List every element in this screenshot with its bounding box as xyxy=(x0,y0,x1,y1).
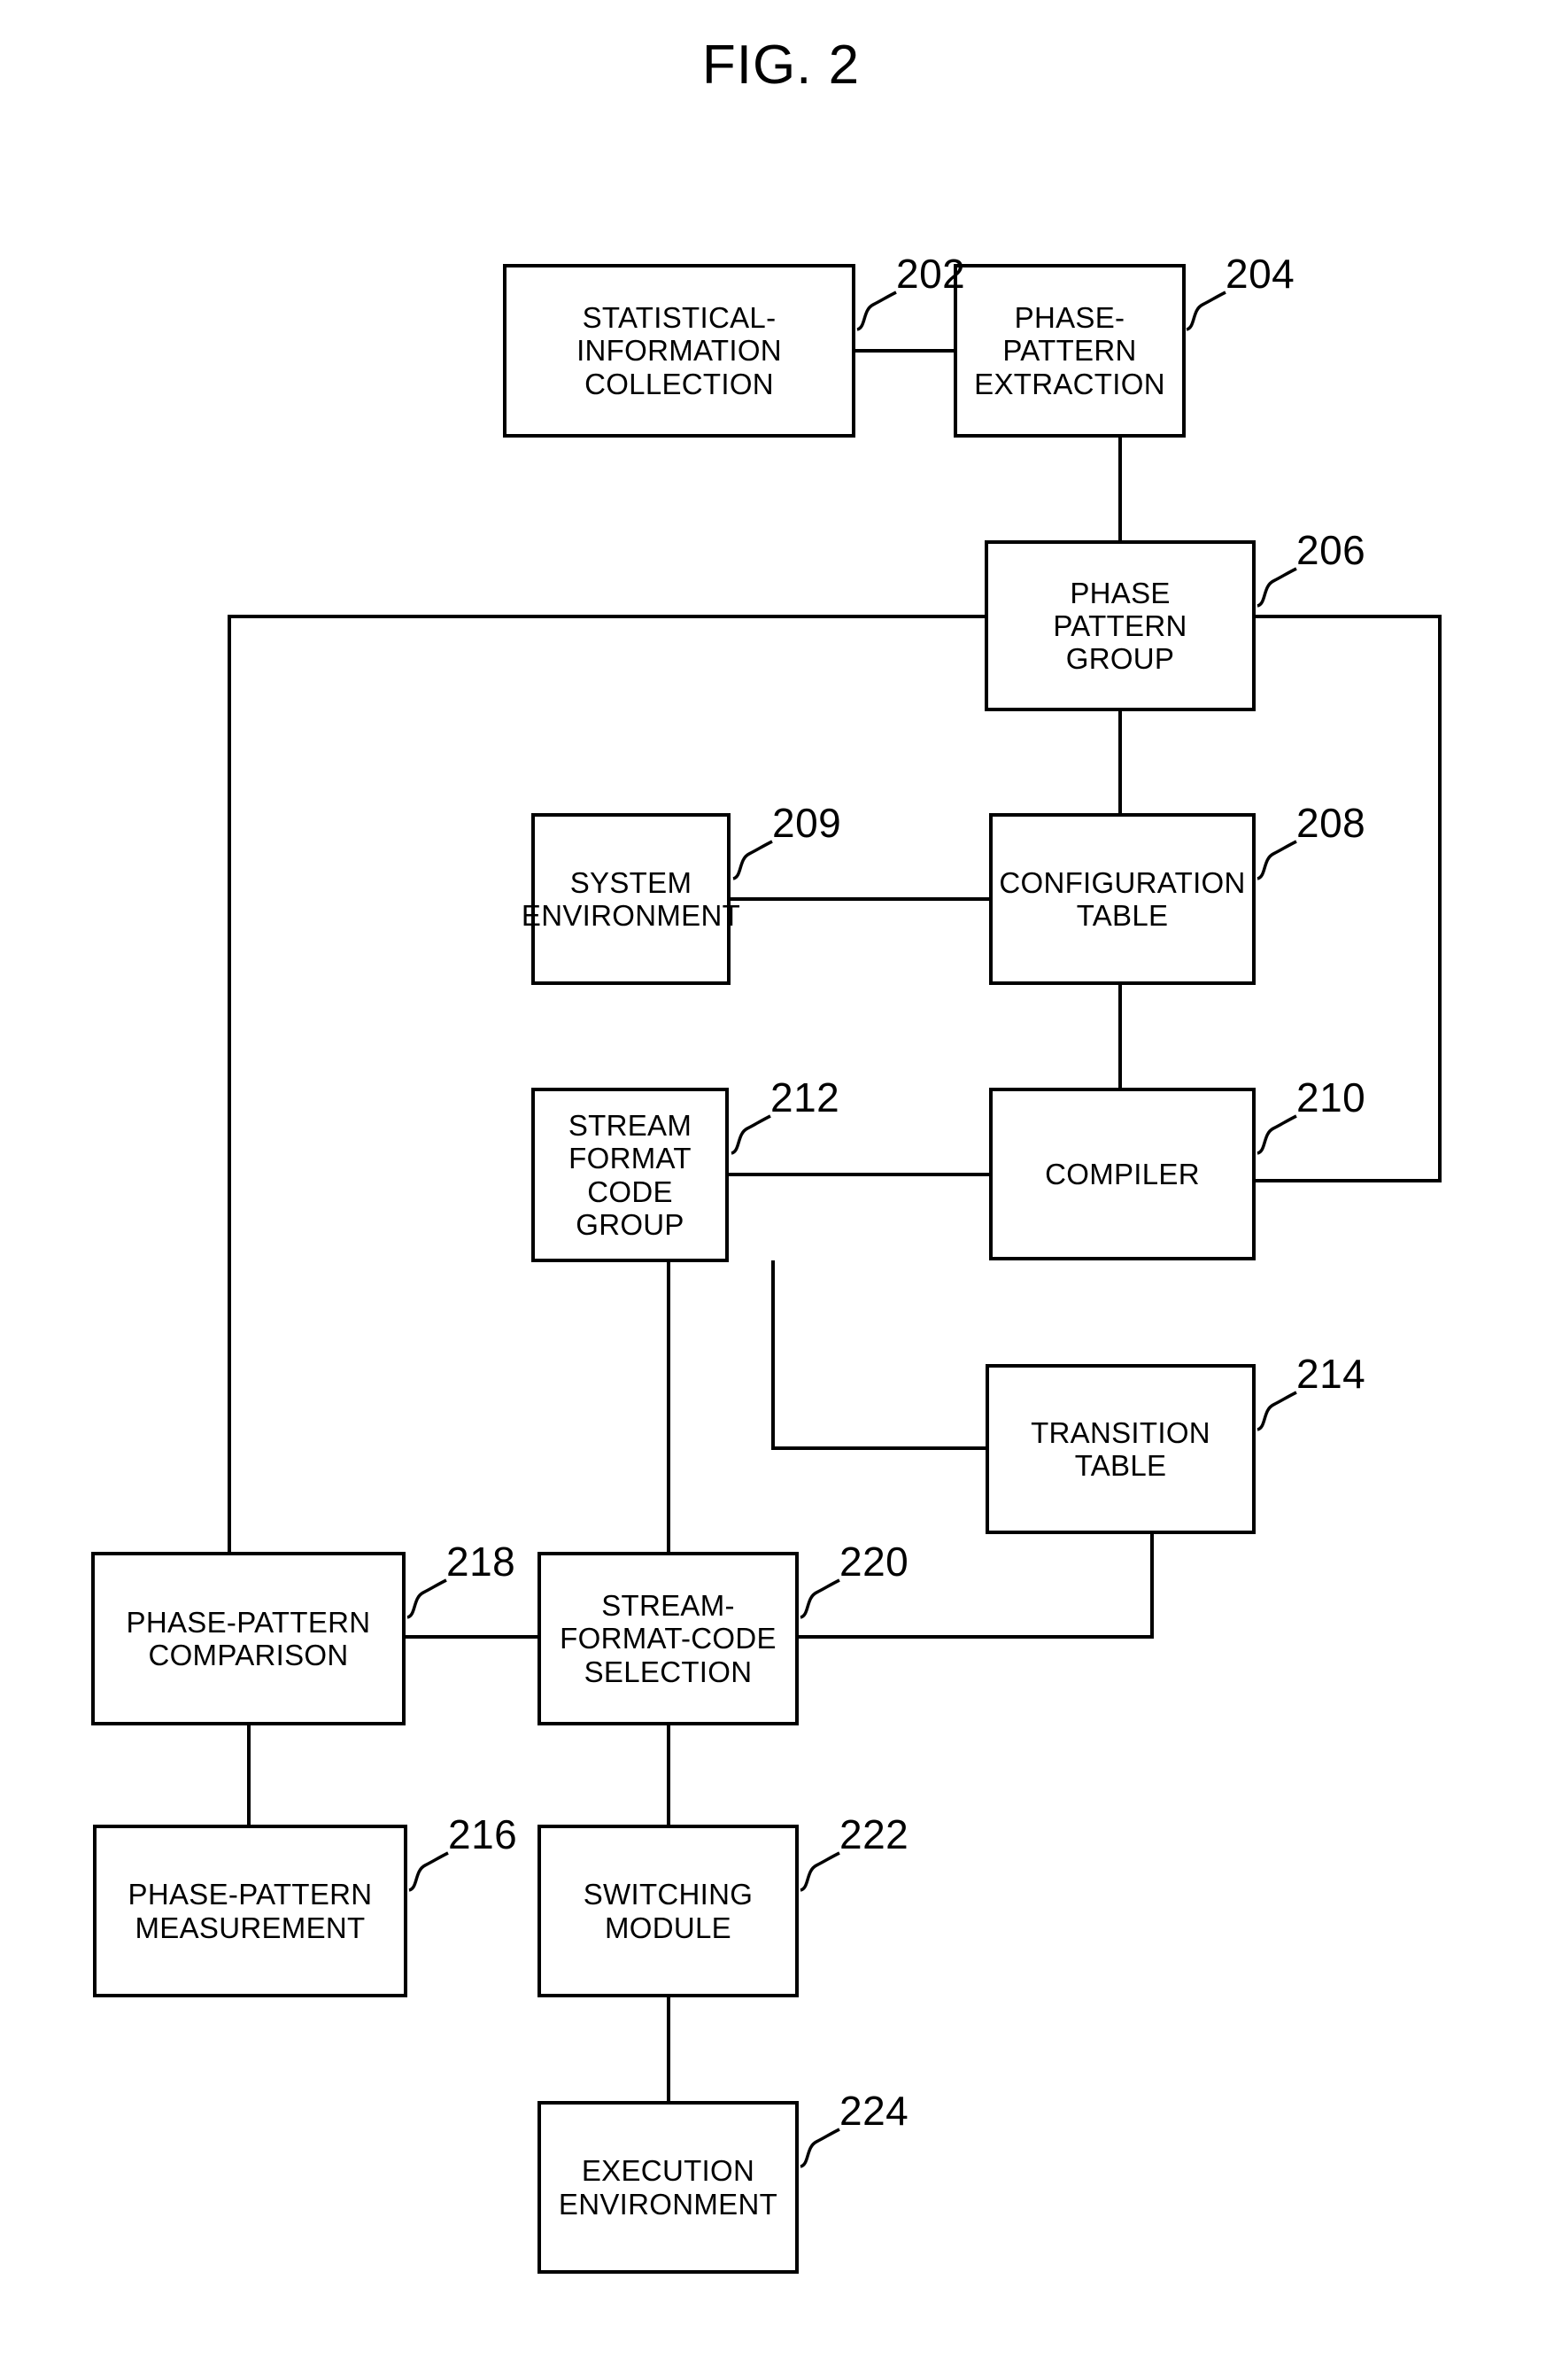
ref-label-216: 216 xyxy=(448,1811,518,1857)
node-label: PHASE-PATTERN COMPARISON xyxy=(126,1605,371,1671)
connector-209-208 xyxy=(729,897,991,901)
connector-202-204 xyxy=(854,349,955,353)
node-phase-pattern-group[interactable]: PHASE PATTERN GROUP xyxy=(985,540,1256,711)
connector-208-210 xyxy=(1118,983,1122,1089)
ref-label-220: 220 xyxy=(839,1539,909,1585)
figure-canvas: FIG. 2 STATISTICAL- INFORMATION COLLECTI… xyxy=(0,0,1562,2380)
node-label: STREAM- FORMAT-CODE SELECTION xyxy=(560,1589,777,1688)
node-phase-pattern-extraction[interactable]: PHASE-PATTERN EXTRACTION xyxy=(954,264,1186,438)
node-phase-pattern-comparison[interactable]: PHASE-PATTERN COMPARISON xyxy=(91,1552,406,1725)
node-label: STATISTICAL- INFORMATION COLLECTION xyxy=(576,301,782,400)
node-label: COMPILER xyxy=(1045,1157,1200,1190)
connector-218-220 xyxy=(404,1635,539,1639)
connector-206-right xyxy=(1254,615,1442,618)
connector-214-220-horizontal xyxy=(797,1635,1154,1639)
node-label: EXECUTION ENVIRONMENT xyxy=(558,2154,778,2221)
connector-222-224 xyxy=(667,1996,670,2103)
ref-label-209: 209 xyxy=(772,800,842,846)
node-transition-table[interactable]: TRANSITION TABLE xyxy=(986,1364,1256,1534)
ref-label-224: 224 xyxy=(839,2088,909,2134)
ref-label-214: 214 xyxy=(1296,1351,1366,1397)
ref-label-202: 202 xyxy=(896,251,966,297)
ref-label-204: 204 xyxy=(1226,251,1295,297)
node-statistical-information-collection[interactable]: STATISTICAL- INFORMATION COLLECTION xyxy=(503,264,855,438)
node-execution-environment[interactable]: EXECUTION ENVIRONMENT xyxy=(537,2101,799,2274)
ref-label-222: 222 xyxy=(839,1811,909,1857)
node-compiler[interactable]: COMPILER xyxy=(989,1088,1256,1260)
node-label: CONFIGURATION TABLE xyxy=(999,865,1246,932)
connector-right-bus-down xyxy=(1438,615,1442,1182)
node-phase-pattern-measurement[interactable]: PHASE-PATTERN MEASUREMENT xyxy=(93,1825,407,1997)
ref-label-206: 206 xyxy=(1296,527,1366,573)
connector-204-206 xyxy=(1118,436,1122,542)
connector-212-210 xyxy=(727,1173,991,1176)
ref-label-212: 212 xyxy=(770,1074,840,1120)
connector-left-bus-down xyxy=(228,615,231,1554)
node-stream-format-code-group[interactable]: STREAM FORMAT CODE GROUP xyxy=(531,1088,729,1262)
node-switching-module[interactable]: SWITCHING MODULE xyxy=(537,1825,799,1997)
connector-218-216 xyxy=(247,1724,251,1828)
node-label: PHASE PATTERN GROUP xyxy=(1053,576,1187,676)
node-label: SYSTEM ENVIRONMENT xyxy=(521,865,741,932)
figure-title: FIG. 2 xyxy=(701,35,861,96)
node-label: STREAM FORMAT CODE GROUP xyxy=(568,1108,692,1241)
connector-right-bus-to-210 xyxy=(1254,1179,1442,1182)
connector-206-208 xyxy=(1118,709,1122,815)
node-label: SWITCHING MODULE xyxy=(583,1878,754,1944)
node-label: TRANSITION TABLE xyxy=(1031,1415,1210,1482)
node-stream-format-code-selection[interactable]: STREAM- FORMAT-CODE SELECTION xyxy=(537,1552,799,1725)
node-label: PHASE-PATTERN EXTRACTION xyxy=(974,301,1165,400)
connector-220-222 xyxy=(667,1724,670,1828)
connector-206-left-bus xyxy=(228,615,986,618)
node-system-environment[interactable]: SYSTEM ENVIRONMENT xyxy=(522,813,740,985)
node-label: PHASE-PATTERN MEASUREMENT xyxy=(128,1878,373,1944)
ref-label-210: 210 xyxy=(1296,1074,1366,1120)
connector-212-214-horizontal xyxy=(771,1446,987,1450)
ref-label-218: 218 xyxy=(446,1539,516,1585)
node-configuration-table[interactable]: CONFIGURATION TABLE xyxy=(989,813,1256,985)
connector-214-220-vertical xyxy=(1150,1532,1154,1639)
ref-label-208: 208 xyxy=(1296,800,1366,846)
connector-212-220 xyxy=(667,1260,670,1554)
connector-212-214-vertical xyxy=(771,1260,775,1450)
